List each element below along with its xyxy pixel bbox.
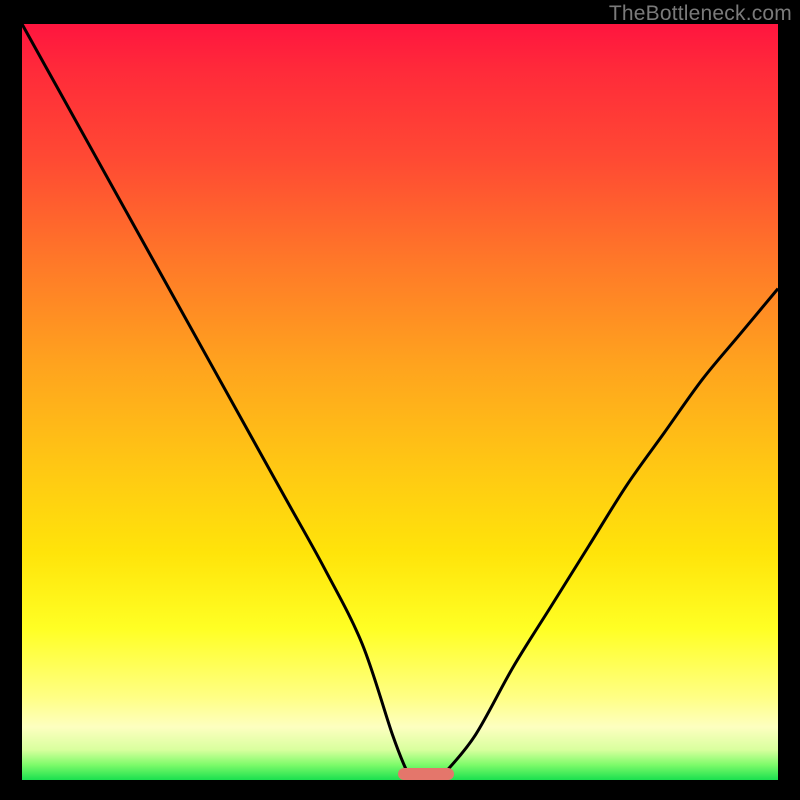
- chart-frame: TheBottleneck.com: [0, 0, 800, 800]
- curve-svg: [22, 24, 778, 780]
- bottleneck-curve-path: [22, 24, 778, 780]
- watermark-text: TheBottleneck.com: [609, 2, 792, 26]
- optimum-marker: [398, 768, 454, 780]
- plot-area: [22, 24, 778, 780]
